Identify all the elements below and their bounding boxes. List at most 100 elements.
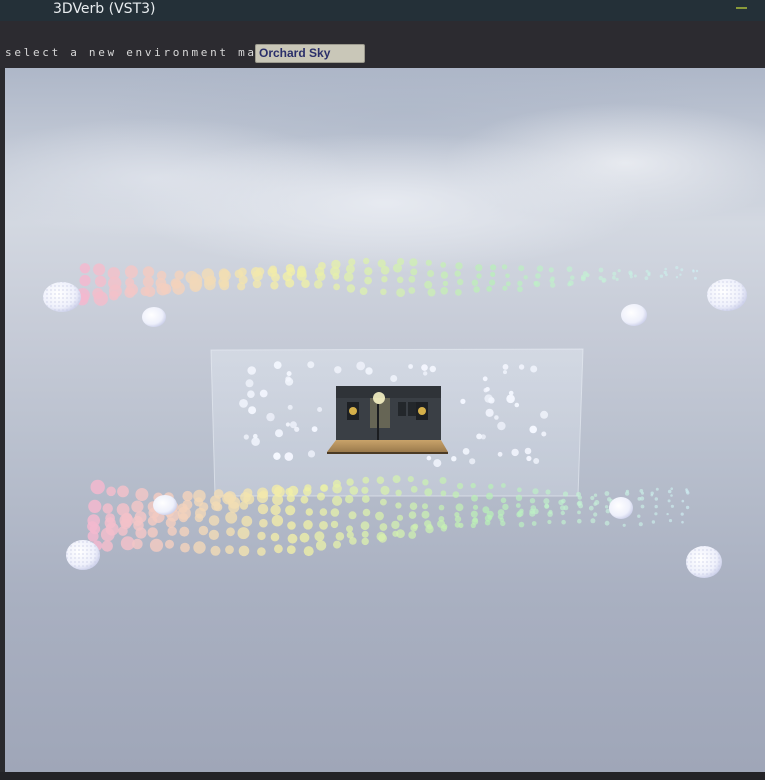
particle [303,487,312,496]
particle [693,276,697,280]
particle [424,488,433,497]
particle [108,290,119,301]
minimize-icon[interactable] [736,7,747,9]
particle [455,503,464,512]
particle [167,526,177,536]
particle [666,512,669,516]
speaker-sphere-icon[interactable] [142,307,166,327]
speaker-sphere-icon[interactable] [686,546,722,578]
particle [425,259,432,266]
particle [601,279,606,283]
particle [563,505,569,511]
particle [142,266,155,278]
particle [665,273,668,277]
particle [624,491,630,496]
particle [314,531,325,542]
particle [490,271,496,277]
particle [256,491,269,503]
speaker-sphere-icon[interactable] [153,495,177,515]
reflection-particle [497,451,503,457]
particle [285,278,295,288]
particle [179,526,190,537]
particle [378,533,387,543]
particle [287,521,296,530]
particle [239,501,249,510]
particle [547,519,552,525]
reflection-particle [286,371,292,377]
particle [640,496,645,501]
particle [305,508,313,516]
speaker-sphere-icon[interactable] [707,279,747,311]
reflection-particle [285,377,294,386]
particle [515,503,521,508]
particle [560,510,565,516]
particle [314,280,323,289]
particle [561,519,566,525]
reflection-particle [390,375,398,382]
speaker-sphere-icon[interactable] [43,282,81,312]
speaker-sphere-icon[interactable] [609,497,633,519]
particle [349,486,359,495]
reflection-particle [266,412,275,422]
particle [286,494,295,503]
particle [172,282,185,295]
particle [668,519,673,523]
particle [149,538,164,552]
particle [505,281,511,287]
particle [100,527,115,542]
particle [396,288,405,297]
speaker-sphere-icon[interactable] [66,540,100,570]
particle [486,286,493,292]
reflection-particle [497,421,506,431]
particle [604,491,610,496]
particle [670,504,675,508]
particle [106,486,116,497]
environment-map-label: select a new environment map: [5,46,276,59]
particle [393,263,402,273]
3d-viewport[interactable] [5,68,765,772]
particle [359,287,368,295]
particle [664,267,667,271]
particle [518,265,525,272]
particle [655,487,659,491]
particle [452,491,460,498]
reflection-particle [530,365,538,373]
reflection-particle [426,455,432,461]
particle [650,491,654,495]
particle [578,503,584,509]
reflection-particle [451,456,457,462]
particle [407,476,414,483]
reflection-particle [356,361,366,371]
speaker-sphere-icon[interactable] [621,304,647,326]
particle [257,531,266,541]
particle [502,285,508,291]
particle [380,265,390,275]
particle [654,504,658,509]
reflection-particle [494,415,499,420]
particle [409,258,418,267]
particle [488,483,494,490]
window-title: 3DVerb (VST3) [53,1,156,17]
particle [79,274,91,287]
particle [135,488,149,501]
particle [470,510,478,518]
bottom-border [0,772,765,780]
reflection-particle [247,390,255,399]
environment-map-select[interactable]: Orchard Sky [255,44,365,63]
particle [439,477,447,484]
particle [287,533,298,544]
particle [680,268,684,272]
particle [193,541,206,554]
particle [392,475,401,484]
reflection-particle [485,408,494,417]
particle [692,270,695,273]
particle [486,492,493,500]
particle [550,282,556,288]
particle [675,266,679,270]
particle [392,530,399,537]
particle [301,279,310,288]
particle [544,503,550,509]
particle [410,268,418,276]
particle [562,491,569,497]
particle [604,505,609,509]
